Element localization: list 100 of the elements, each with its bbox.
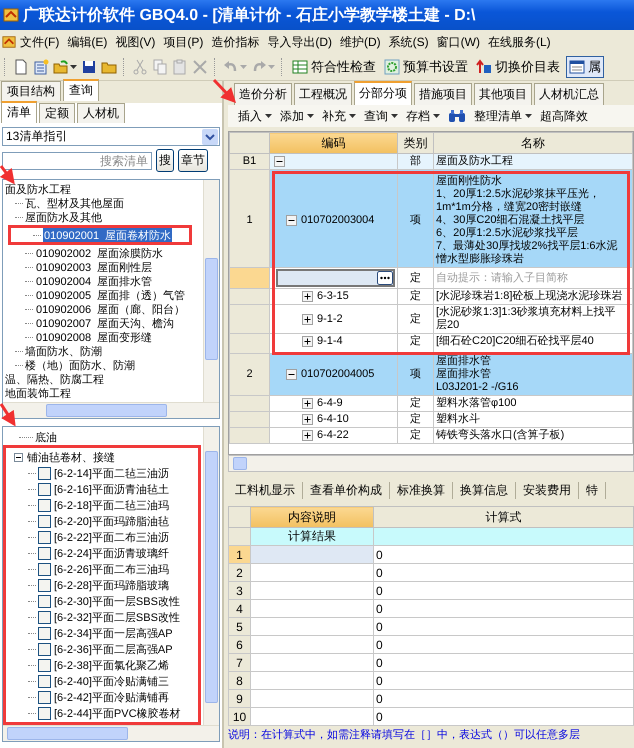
tree-item[interactable]: 010902006 屋面（廊、阳台） bbox=[35, 302, 186, 316]
toolbar-menu-button[interactable]: 补充 bbox=[322, 108, 356, 124]
checkbox[interactable] bbox=[38, 578, 51, 592]
tree-item[interactable]: 010902003 屋面刚性层 bbox=[35, 260, 154, 274]
toolbar-menu-button[interactable]: 存档 bbox=[406, 108, 440, 124]
horizontal-scrollbar[interactable] bbox=[3, 725, 219, 741]
toolbar-menu-button[interactable]: 插入 bbox=[238, 108, 272, 124]
menu-item[interactable]: 造价指标 bbox=[207, 34, 264, 50]
horizontal-scrollbar[interactable] bbox=[228, 455, 634, 472]
tree-item[interactable]: [6-2-24]平面沥青玻璃纤 bbox=[54, 546, 169, 560]
tree-item[interactable]: 010902005 屋面排（透）气管 bbox=[35, 288, 186, 302]
panel-tab[interactable]: 项目结构 bbox=[1, 81, 61, 101]
horizontal-scrollbar[interactable] bbox=[3, 402, 219, 418]
tree-item[interactable]: 010902008 屋面变形缝 bbox=[35, 330, 154, 344]
expand-icon[interactable] bbox=[302, 314, 313, 324]
tree-item[interactable]: [6-2-32]平面二层SBS改性 bbox=[54, 610, 180, 624]
more-icon[interactable] bbox=[377, 271, 393, 285]
checkbox[interactable] bbox=[38, 658, 51, 672]
tree-item[interactable]: 010902001 屋面卷材防水 bbox=[43, 228, 172, 242]
tree-item[interactable]: 铺油毡卷材、接缝 bbox=[27, 450, 115, 464]
save-icon[interactable] bbox=[81, 59, 97, 75]
column-header[interactable]: 计算式 bbox=[374, 506, 634, 528]
checkbox[interactable] bbox=[38, 642, 51, 656]
page-tab[interactable]: 措施项目 bbox=[414, 83, 472, 105]
column-header[interactable]: 编码 bbox=[270, 132, 398, 154]
toolbar-menu-button[interactable]: 超高降效 bbox=[540, 108, 588, 124]
detail-tab[interactable]: 安装费用 bbox=[516, 482, 579, 498]
collapse-icon[interactable] bbox=[286, 215, 297, 226]
detail-tab[interactable]: 特 bbox=[579, 482, 606, 498]
menu-item[interactable]: 文件(F) bbox=[16, 34, 64, 50]
expand-icon[interactable] bbox=[302, 430, 313, 441]
collapse-icon[interactable] bbox=[286, 369, 297, 380]
expand-icon[interactable] bbox=[302, 336, 313, 347]
toolbar-button[interactable]: 符合性检查 bbox=[290, 57, 378, 77]
page-tab[interactable]: 分部分项 bbox=[354, 81, 412, 105]
tree-item[interactable]: [6-2-14]平面二毡三油沥 bbox=[54, 466, 169, 480]
caret-icon[interactable] bbox=[433, 114, 440, 118]
toolbar-menu-button[interactable]: 添加 bbox=[280, 108, 314, 124]
tree-item[interactable]: 温、隔热、防腐工程 bbox=[5, 372, 104, 386]
page-tab[interactable]: 人材机汇总 bbox=[534, 83, 604, 105]
search-button[interactable]: 搜 bbox=[156, 149, 174, 172]
tree-item[interactable]: 瓦、型材及其他屋面 bbox=[25, 196, 124, 210]
code-input-field[interactable] bbox=[276, 269, 395, 287]
caret-icon[interactable] bbox=[265, 114, 272, 118]
checkbox[interactable] bbox=[38, 482, 51, 496]
toolbar-menu-button[interactable]: 查询 bbox=[364, 108, 398, 124]
caret-icon[interactable] bbox=[307, 114, 314, 118]
checkbox[interactable] bbox=[38, 466, 51, 480]
search-button[interactable]: 章节 bbox=[178, 149, 208, 172]
new-project-icon[interactable] bbox=[33, 59, 49, 75]
tree-item[interactable]: 010902004 屋面排水管 bbox=[35, 274, 154, 288]
open-folder-icon[interactable] bbox=[53, 59, 69, 75]
collapse-icon[interactable] bbox=[14, 452, 23, 462]
tree-item[interactable]: [6-2-38]平面氯化聚乙烯 bbox=[54, 658, 169, 672]
tree-item[interactable]: [6-2-30]平面一层SBS改性 bbox=[54, 594, 180, 608]
tree-item[interactable]: 底油 bbox=[35, 430, 57, 444]
toolbar-button[interactable]: 切换价目表 bbox=[474, 57, 562, 77]
tree-item[interactable]: [6-2-40]平面冷贴满铺三 bbox=[54, 674, 169, 688]
tree-item[interactable]: 010902007 屋面天沟、檐沟 bbox=[35, 316, 176, 330]
panel-tab[interactable]: 清单 bbox=[1, 101, 37, 123]
tree-item[interactable]: [6-2-16]平面沥青油毡土 bbox=[54, 482, 169, 496]
tree-item[interactable]: [6-2-20]平面玛蹄脂油毡 bbox=[54, 514, 169, 528]
column-header[interactable]: 内容说明 bbox=[250, 506, 374, 528]
panel-tab[interactable]: 人材机 bbox=[77, 103, 125, 123]
detail-tab[interactable]: 标准换算 bbox=[390, 482, 453, 498]
expand-icon[interactable] bbox=[302, 291, 313, 302]
panel-tab[interactable]: 定额 bbox=[39, 103, 75, 123]
search-field[interactable]: 搜索清单 bbox=[2, 152, 152, 170]
checkbox[interactable] bbox=[38, 514, 51, 528]
new-file-icon[interactable] bbox=[13, 59, 29, 75]
tree-item[interactable]: 楼（地）面防水、防潮 bbox=[25, 358, 135, 372]
vertical-scrollbar[interactable] bbox=[203, 180, 219, 402]
checkbox[interactable] bbox=[38, 530, 51, 544]
dropdown-field[interactable]: 13清单指引 bbox=[2, 127, 220, 146]
caret-icon[interactable] bbox=[391, 114, 398, 118]
expand-icon[interactable] bbox=[302, 398, 313, 409]
checkbox[interactable] bbox=[38, 674, 51, 688]
column-header[interactable]: 类别 bbox=[398, 132, 434, 154]
tree-item[interactable]: 屋面防水及其他 bbox=[25, 210, 102, 224]
tree-item[interactable]: [6-2-44]平面PVC橡胶卷材 bbox=[54, 706, 181, 720]
toolbar-button[interactable]: 属 bbox=[566, 56, 604, 78]
caret-icon[interactable] bbox=[525, 114, 532, 118]
checkbox[interactable] bbox=[38, 610, 51, 624]
toolbar-button[interactable]: 预算书设置 bbox=[382, 57, 470, 77]
menu-item[interactable]: 项目(P) bbox=[159, 34, 208, 50]
toolbar-menu-button[interactable]: 整理清单 bbox=[474, 108, 532, 124]
column-header[interactable]: 名称 bbox=[434, 132, 632, 154]
tree-item[interactable]: [6-2-22]平面二布三油沥 bbox=[54, 530, 169, 544]
caret-icon[interactable] bbox=[349, 114, 356, 118]
tree-item[interactable]: [6-2-26]平面二布三油玛 bbox=[54, 562, 169, 576]
expand-icon[interactable] bbox=[302, 414, 313, 425]
panel-tab[interactable]: 查询 bbox=[63, 79, 99, 101]
menu-item[interactable]: 系统(S) bbox=[384, 34, 433, 50]
collapse-icon[interactable] bbox=[274, 156, 285, 167]
checkbox[interactable] bbox=[38, 594, 51, 608]
tree-item[interactable]: [6-2-28]平面玛蹄脂玻璃 bbox=[54, 578, 169, 592]
menu-item[interactable]: 窗口(W) bbox=[432, 34, 484, 50]
tree-item[interactable]: [6-2-18]平面二毡三油玛 bbox=[54, 498, 169, 512]
menu-item[interactable]: 视图(V) bbox=[111, 34, 160, 50]
menu-item[interactable]: 维护(D) bbox=[336, 34, 385, 50]
